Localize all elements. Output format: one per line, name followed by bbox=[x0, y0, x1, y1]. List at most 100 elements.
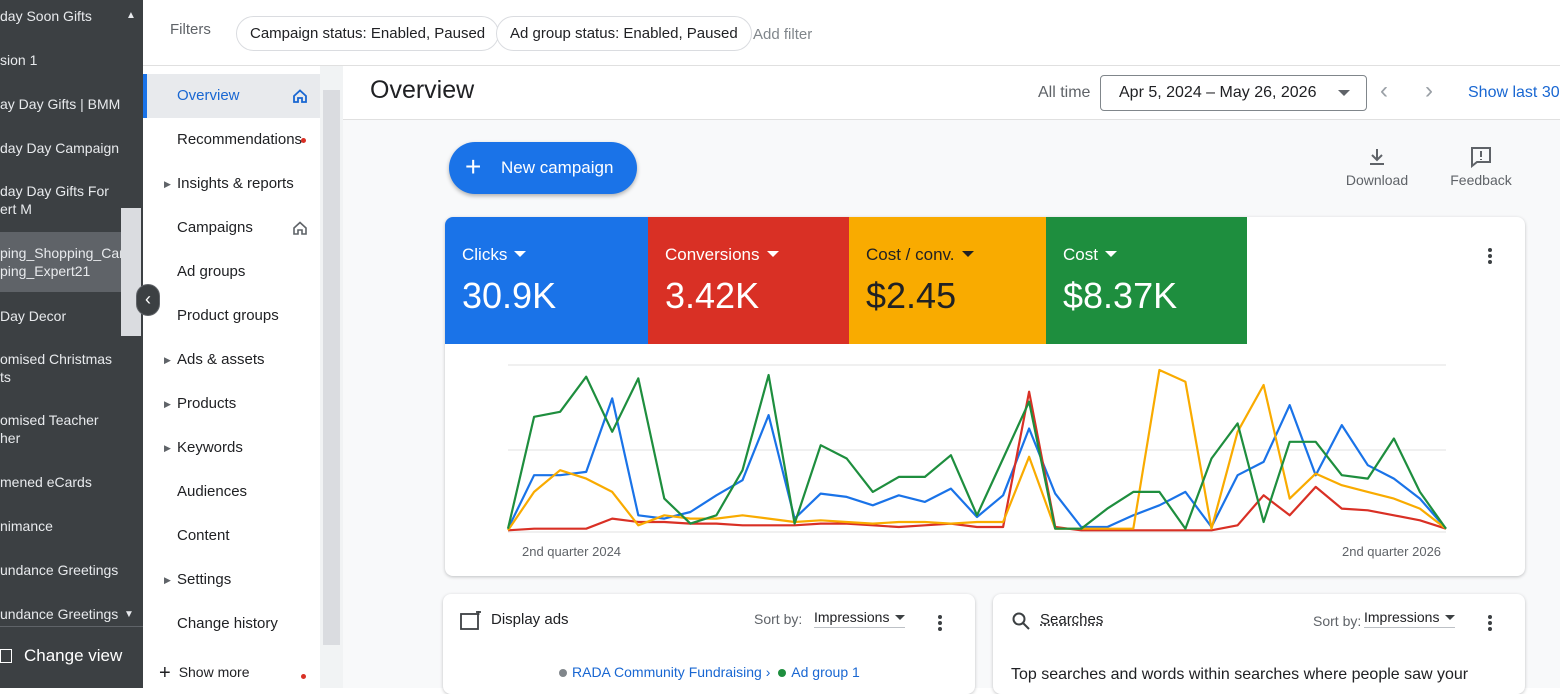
caret-up-icon[interactable]: ▲ bbox=[126, 10, 136, 21]
home-icon bbox=[293, 89, 307, 103]
campaign-tree-item[interactable]: day Day Campaign bbox=[0, 139, 140, 157]
menu-item-product-groups[interactable]: Product groups bbox=[143, 294, 320, 338]
download-button[interactable]: Download bbox=[1337, 146, 1417, 188]
show-more-label: Show more bbox=[178, 664, 250, 680]
change-view-button[interactable]: Change view bbox=[0, 646, 122, 666]
display-ads-card: Display ads Sort by: Impressions RADA Co… bbox=[443, 594, 975, 694]
expand-arrow-icon: ▶ bbox=[164, 179, 171, 189]
filter-chip-campaign-status[interactable]: Campaign status: Enabled, Paused bbox=[236, 16, 500, 51]
change-view-label: Change view bbox=[24, 646, 123, 665]
menu-item-label: Content bbox=[177, 527, 230, 544]
menu-item-label: Ads & assets bbox=[177, 351, 265, 368]
scorecard-conversions[interactable]: Conversions 3.42K bbox=[648, 217, 849, 344]
campaign-tree-item[interactable]: Day Decor bbox=[0, 307, 140, 325]
scorecard-label[interactable]: Cost bbox=[1063, 245, 1117, 265]
main-content: Overview All time Apr 5, 2024 – May 26, … bbox=[343, 66, 1560, 694]
dropdown-arrow-icon bbox=[895, 615, 906, 620]
dropdown-arrow-icon bbox=[1338, 90, 1350, 96]
download-icon bbox=[1370, 149, 1384, 165]
campaign-link[interactable]: RADA Community Fundraising › bbox=[572, 664, 770, 680]
date-range-picker[interactable]: Apr 5, 2024 – May 26, 2026 bbox=[1100, 75, 1367, 111]
performance-chart-card: Clicks 30.9K Conversions 3.42K Cost / co… bbox=[445, 217, 1525, 576]
dropdown-arrow-icon bbox=[1445, 615, 1456, 620]
menu-item-content[interactable]: Content bbox=[143, 514, 320, 558]
search-icon bbox=[1012, 612, 1030, 630]
caret-down-icon[interactable]: ▼ bbox=[124, 609, 134, 620]
page-menu: Overview Recommendations ▶ Insights & re… bbox=[143, 66, 320, 688]
scorecard-value: $8.37K bbox=[1063, 275, 1178, 316]
campaign-tree-item-selected[interactable]: ping_Shopping_Cam ping_Expert21 bbox=[0, 244, 140, 280]
notification-dot bbox=[301, 138, 306, 143]
menu-item-products[interactable]: ▶ Products bbox=[143, 382, 320, 426]
dropdown-arrow-icon bbox=[961, 251, 974, 257]
scorecard-label[interactable]: Clicks bbox=[462, 245, 527, 265]
campaign-tree-item[interactable]: day Day Gifts For ert M bbox=[0, 182, 140, 218]
menu-item-ad-groups[interactable]: Ad groups bbox=[143, 250, 320, 294]
menu-item-keywords[interactable]: ▶ Keywords bbox=[143, 426, 320, 470]
menu-item-settings[interactable]: ▶ Settings bbox=[143, 558, 320, 602]
home-icon bbox=[293, 221, 307, 235]
campaign-tree-item[interactable]: sion 1 bbox=[0, 51, 140, 69]
campaign-tree-item[interactable]: undance Greetings bbox=[0, 605, 140, 623]
date-range-value: Apr 5, 2024 – May 26, 2026 bbox=[1119, 84, 1317, 101]
collapse-panel-button[interactable]: ‹ bbox=[136, 284, 160, 316]
filters-label: Filters bbox=[170, 21, 211, 38]
campaign-tree-item[interactable]: omised Teacher her bbox=[0, 411, 140, 447]
dropdown-arrow-icon bbox=[766, 251, 779, 257]
x-axis-start-label: 2nd quarter 2024 bbox=[522, 544, 622, 559]
new-campaign-button[interactable]: + New campaign bbox=[449, 142, 637, 194]
feedback-button[interactable]: Feedback bbox=[1441, 146, 1521, 188]
scorecard-cost[interactable]: Cost $8.37K bbox=[1046, 217, 1247, 344]
view-icon bbox=[0, 649, 12, 663]
scorecard-label[interactable]: Conversions bbox=[665, 245, 779, 265]
campaign-tree-item[interactable]: undance Greetings bbox=[0, 561, 140, 579]
filters-bar: Filters Campaign status: Enabled, Paused… bbox=[143, 0, 1560, 66]
menu-item-label: Recommendations bbox=[177, 131, 303, 148]
menu-item-change-history[interactable]: Change history bbox=[143, 602, 320, 646]
more-options-icon[interactable] bbox=[936, 613, 944, 633]
campaign-tree-item[interactable]: mened eCards bbox=[0, 473, 140, 491]
page-title: Overview bbox=[370, 76, 475, 104]
active-indicator bbox=[143, 74, 147, 118]
series-line-clicks bbox=[507, 397, 1447, 530]
chevron-left-icon[interactable]: ‹ bbox=[1380, 77, 1388, 105]
more-options-icon[interactable] bbox=[1486, 613, 1494, 633]
show-last-30-link[interactable]: Show last 30 bbox=[1468, 84, 1560, 102]
menu-item-recommendations[interactable]: Recommendations bbox=[143, 118, 320, 162]
menu-item-label: Campaigns bbox=[177, 219, 253, 236]
dropdown-arrow-icon bbox=[1104, 251, 1117, 257]
series-line-conversions bbox=[507, 390, 1447, 532]
show-more-button[interactable]: + Show more bbox=[159, 662, 250, 685]
menu-item-audiences[interactable]: Audiences bbox=[143, 470, 320, 514]
filter-chip-ad-group-status[interactable]: Ad group status: Enabled, Paused bbox=[496, 16, 752, 51]
download-label: Download bbox=[1345, 172, 1409, 188]
menu-scrollbar[interactable] bbox=[323, 90, 340, 645]
ad-breadcrumb: RADA Community Fundraising › Ad group 1 bbox=[559, 664, 860, 680]
status-dot-icon bbox=[778, 669, 787, 677]
campaign-tree-scrollbar[interactable] bbox=[121, 208, 141, 336]
campaign-tree-item[interactable]: ay Day Gifts | BMM bbox=[0, 95, 140, 113]
chevron-right-icon[interactable]: › bbox=[1425, 77, 1433, 105]
sort-by-select[interactable]: Impressions bbox=[1364, 609, 1456, 628]
series-line-cost-conv- bbox=[507, 368, 1447, 531]
expand-arrow-icon: ▶ bbox=[164, 399, 171, 409]
menu-item-insights-reports[interactable]: ▶ Insights & reports bbox=[143, 162, 320, 206]
scorecard-cost-per-conversion[interactable]: Cost / conv. $2.45 bbox=[849, 217, 1046, 344]
sort-by-label: Sort by: bbox=[1313, 613, 1362, 629]
notification-dot bbox=[301, 674, 306, 679]
menu-item-label: Product groups bbox=[177, 307, 279, 324]
menu-item-ads-assets[interactable]: ▶ Ads & assets bbox=[143, 338, 320, 382]
scorecard-label[interactable]: Cost / conv. bbox=[866, 245, 974, 265]
campaign-tree-item[interactable]: nimance bbox=[0, 517, 140, 535]
menu-item-overview[interactable]: Overview bbox=[143, 74, 320, 118]
scorecard-clicks[interactable]: Clicks 30.9K bbox=[445, 217, 648, 344]
campaign-tree-item[interactable]: day Soon Gifts bbox=[0, 7, 140, 25]
searches-title[interactable]: Searches bbox=[1040, 611, 1103, 628]
menu-item-label: Insights & reports bbox=[177, 175, 294, 192]
menu-item-campaigns[interactable]: Campaigns bbox=[143, 206, 320, 250]
more-options-icon[interactable] bbox=[1486, 246, 1494, 266]
sort-by-select[interactable]: Impressions bbox=[814, 609, 906, 628]
ad-group-link[interactable]: Ad group 1 bbox=[791, 664, 860, 680]
add-filter-button[interactable]: Add filter bbox=[753, 26, 812, 43]
campaign-tree-item[interactable]: omised Christmas ts bbox=[0, 350, 140, 386]
